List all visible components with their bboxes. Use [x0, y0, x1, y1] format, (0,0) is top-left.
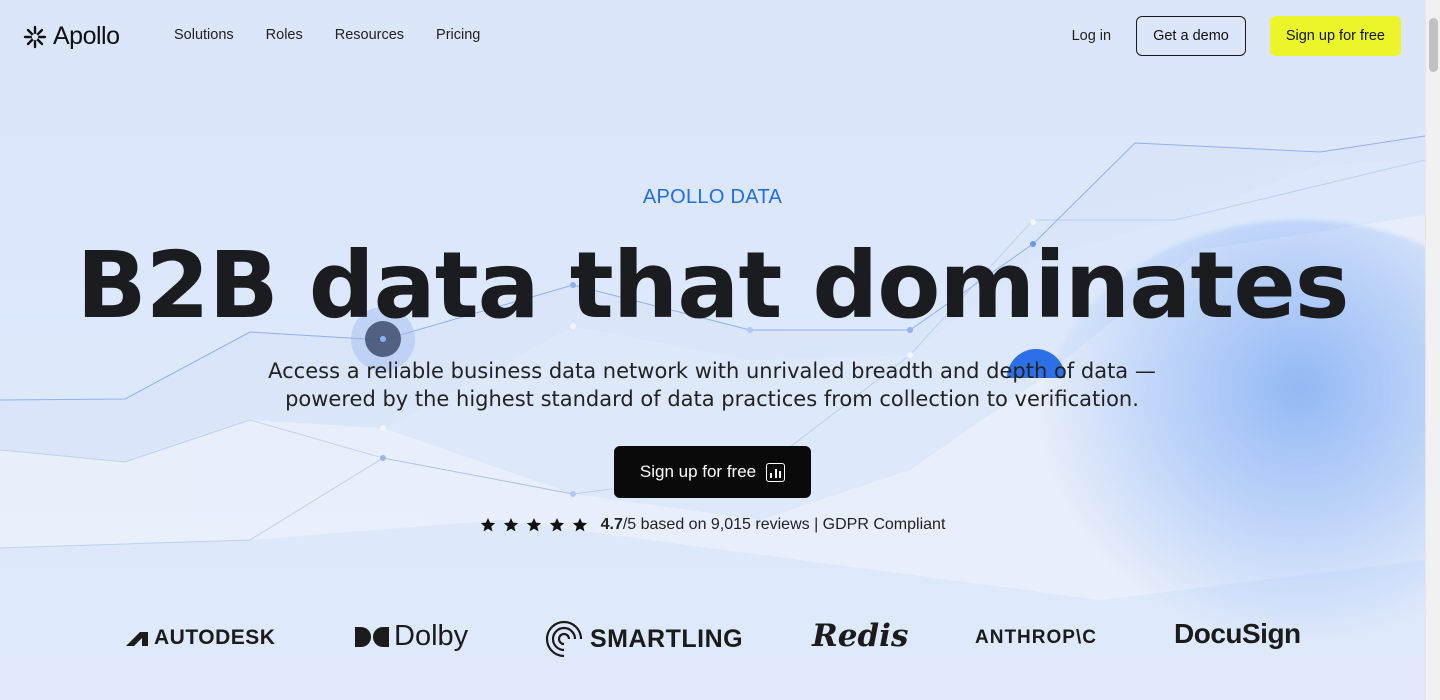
- apollo-asterisk-icon: [23, 25, 47, 48]
- star-icon: [549, 518, 564, 532]
- star-rating: [480, 517, 588, 533]
- hero-headline: B2B data that dominates: [76, 232, 1349, 339]
- star-icon: [572, 518, 587, 532]
- star-icon: [526, 518, 541, 532]
- hero-subheadline: Access a reliable business data network …: [252, 357, 1172, 413]
- scrollbar-thumb[interactable]: [1429, 18, 1438, 72]
- smartling-logo: SMARTLING: [545, 620, 743, 658]
- top-navigation: Apollo Solutions Roles Resources Pricing…: [0, 0, 1425, 72]
- apollo-logo[interactable]: Apollo: [23, 22, 120, 51]
- page-scrollbar[interactable]: [1425, 0, 1440, 700]
- redis-logo: Redis: [812, 618, 909, 654]
- rating-row: 4.7 /5 based on 9,015 reviews | GDPR Com…: [0, 516, 1425, 534]
- rating-score: 4.7: [600, 516, 623, 533]
- primary-nav: Solutions Roles Resources Pricing: [174, 27, 512, 43]
- nav-roles[interactable]: Roles: [266, 27, 303, 43]
- subhead-line-2: powered by the highest standard of data …: [285, 387, 1139, 411]
- star-icon: [503, 518, 518, 532]
- page: Apollo Solutions Roles Resources Pricing…: [0, 0, 1425, 700]
- anthropic-logo: ANTHROP\C: [975, 627, 1097, 648]
- nav-resources[interactable]: Resources: [335, 27, 404, 43]
- signup-button-header[interactable]: Sign up for free: [1269, 16, 1401, 56]
- nav-actions: Log in Get a demo Sign up for free: [1072, 16, 1401, 56]
- nav-pricing[interactable]: Pricing: [436, 27, 480, 43]
- subhead-line-1: Access a reliable business data network …: [268, 359, 1156, 383]
- hero-eyebrow: APOLLO DATA: [642, 186, 783, 208]
- login-link[interactable]: Log in: [1072, 28, 1112, 44]
- smartling-mark-icon: [545, 620, 583, 658]
- get-demo-button[interactable]: Get a demo: [1136, 16, 1246, 56]
- signup-cta-button[interactable]: Sign up for free: [614, 446, 811, 498]
- customer-logos: AUTODESK Dolby SMARTLING Redis ANTHROP\C…: [0, 610, 1425, 666]
- dolby-logo: Dolby: [355, 620, 468, 653]
- autodesk-mark-icon: [126, 632, 148, 646]
- dolby-mark-icon: [355, 626, 389, 647]
- star-icon: [480, 518, 495, 532]
- rating-text: /5 based on 9,015 reviews | GDPR Complia…: [622, 516, 946, 533]
- autodesk-logo: AUTODESK: [126, 626, 275, 650]
- bar-chart-icon: [766, 462, 786, 482]
- docusign-logo: DocuSign: [1174, 618, 1301, 649]
- nav-solutions[interactable]: Solutions: [174, 27, 234, 43]
- logo-text: Apollo: [53, 22, 120, 50]
- cta-label: Sign up for free: [639, 462, 757, 481]
